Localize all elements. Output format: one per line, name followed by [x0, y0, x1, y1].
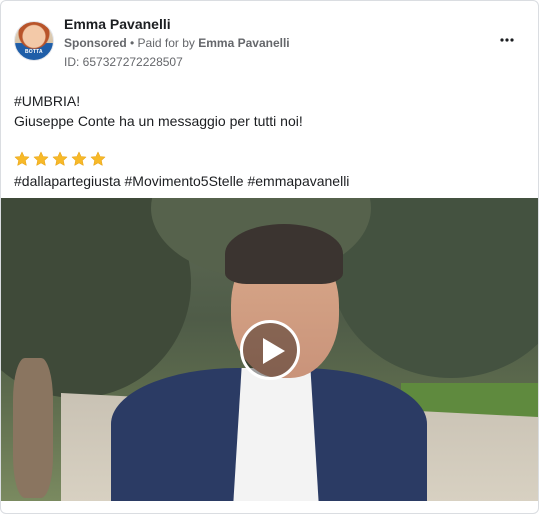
sponsored-label: Sponsored	[64, 36, 127, 50]
body-line-1: #UMBRIA!	[14, 93, 81, 109]
more-options-button[interactable]	[495, 28, 519, 52]
paid-for-prefix: Paid for by	[137, 36, 199, 50]
page-name[interactable]: Emma Pavanelli	[64, 16, 171, 32]
speaker-hair	[225, 224, 343, 284]
ad-id: ID: 657327272228507	[64, 55, 183, 69]
star-emoji-icon	[71, 151, 87, 166]
ad-header: BOTTA Emma Pavanelli Sponsored • Paid fo…	[14, 14, 525, 70]
ad-body-text: #UMBRIA! Giuseppe Conte ha un messaggio …	[14, 91, 524, 131]
star-emoji-icon	[52, 151, 68, 166]
play-icon	[263, 338, 285, 364]
sponsor-line: Sponsored • Paid for by Emma Pavanelli	[64, 36, 290, 50]
paid-for-name: Emma Pavanelli	[198, 36, 290, 50]
star-emoji-icon	[33, 151, 49, 166]
more-options-icon	[500, 38, 514, 42]
meta-separator: •	[126, 36, 138, 50]
star-rating	[14, 151, 106, 167]
video-player[interactable]	[1, 198, 538, 501]
tree-trunk	[13, 358, 53, 498]
play-button[interactable]	[240, 320, 300, 380]
avatar-badge-text: BOTTA	[25, 49, 43, 55]
page-avatar[interactable]: BOTTA	[14, 21, 54, 61]
ad-card: BOTTA Emma Pavanelli Sponsored • Paid fo…	[0, 0, 539, 514]
star-emoji-icon	[90, 151, 106, 166]
speaker-shirt	[233, 368, 319, 501]
hashtags[interactable]: #dallapartegiusta #Movimento5Stelle #emm…	[14, 171, 349, 191]
body-line-2: Giuseppe Conte ha un messaggio per tutti…	[14, 113, 303, 129]
star-emoji-icon	[14, 151, 30, 166]
